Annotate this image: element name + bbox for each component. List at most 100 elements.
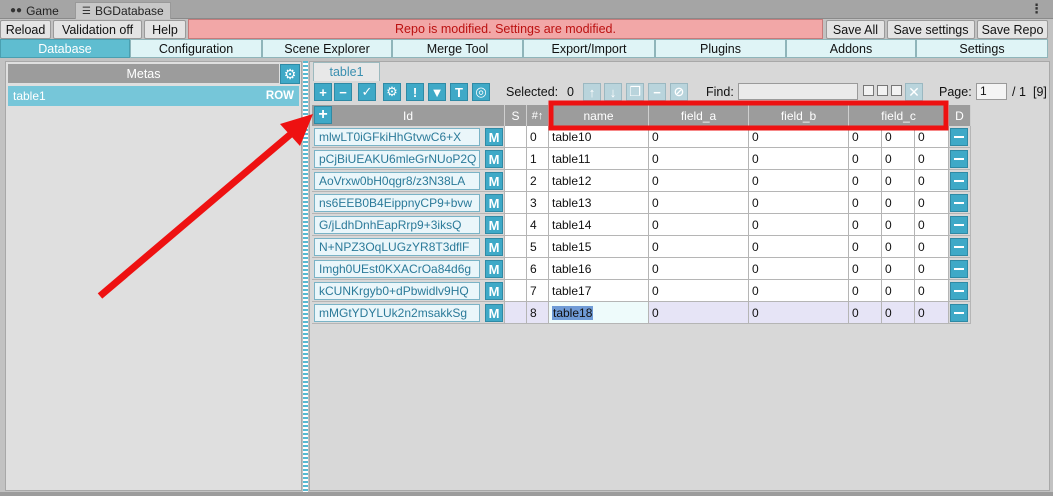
field-a-cell[interactable]: 0 xyxy=(649,170,749,192)
meta-link-button[interactable]: M xyxy=(485,194,503,212)
meta-link-button[interactable]: M xyxy=(485,282,503,300)
field-c-x-cell[interactable]: 0 xyxy=(849,280,882,302)
meta-link-button[interactable]: M xyxy=(485,216,503,234)
col-header-field-c[interactable]: field_c xyxy=(849,105,949,126)
field-c-y-cell[interactable]: 0 xyxy=(882,236,915,258)
field-c-y-cell[interactable]: 0 xyxy=(882,280,915,302)
name-cell[interactable]: table10 xyxy=(549,126,649,148)
target-icon[interactable]: ◎ xyxy=(472,83,490,101)
filter-icon[interactable]: ▼ xyxy=(428,83,446,101)
s-cell[interactable] xyxy=(505,302,527,324)
field-c-y-cell[interactable]: 0 xyxy=(882,302,915,324)
name-cell[interactable]: table17 xyxy=(549,280,649,302)
id-field[interactable]: G/jLdhDnhEapRrp9+3iksQ xyxy=(314,215,480,234)
tab-database[interactable]: Database xyxy=(0,39,130,58)
id-field[interactable]: ns6EEB0B4EippnyCP9+bvw xyxy=(314,193,480,212)
s-cell[interactable] xyxy=(505,214,527,236)
meta-item-table1[interactable]: table1 ROW xyxy=(8,86,299,106)
col-header-id[interactable]: + Id xyxy=(312,105,505,126)
field-b-cell[interactable]: 0 xyxy=(749,170,849,192)
delete-row-button[interactable] xyxy=(950,260,968,278)
meta-link-button[interactable]: M xyxy=(485,150,503,168)
add-row-icon[interactable]: + xyxy=(314,83,332,101)
col-header-d[interactable]: D xyxy=(949,105,971,126)
delete-row-button[interactable] xyxy=(950,194,968,212)
find-option-checkbox-1[interactable] xyxy=(863,85,874,96)
clear-find-icon[interactable]: ✕ xyxy=(905,83,923,101)
tab-merge-tool[interactable]: Merge Tool xyxy=(392,39,523,58)
field-a-cell[interactable]: 0 xyxy=(649,280,749,302)
name-cell[interactable]: table11 xyxy=(549,148,649,170)
reload-button[interactable]: Reload xyxy=(0,20,51,39)
add-field-icon[interactable]: + xyxy=(314,106,332,124)
field-c-z-cell[interactable]: 0 xyxy=(915,170,949,192)
field-b-cell[interactable]: 0 xyxy=(749,258,849,280)
s-cell[interactable] xyxy=(505,170,527,192)
col-header-field-a[interactable]: field_a xyxy=(649,105,749,126)
field-c-y-cell[interactable]: 0 xyxy=(882,126,915,148)
meta-link-button[interactable]: M xyxy=(485,260,503,278)
remove-row-icon[interactable]: − xyxy=(334,83,352,101)
field-b-cell[interactable]: 0 xyxy=(749,192,849,214)
meta-link-button[interactable]: M xyxy=(485,304,503,322)
field-c-z-cell[interactable]: 0 xyxy=(915,302,949,324)
field-a-cell[interactable]: 0 xyxy=(649,148,749,170)
field-a-cell[interactable]: 0 xyxy=(649,214,749,236)
name-cell[interactable]: table14 xyxy=(549,214,649,236)
field-c-y-cell[interactable]: 0 xyxy=(882,258,915,280)
tab-export-import[interactable]: Export/Import xyxy=(523,39,655,58)
field-c-x-cell[interactable]: 0 xyxy=(849,302,882,324)
delete-row-button[interactable] xyxy=(950,172,968,190)
field-b-cell[interactable]: 0 xyxy=(749,148,849,170)
s-cell[interactable] xyxy=(505,192,527,214)
id-field[interactable]: kCUNKrgyb0+dPbwidlv9HQ xyxy=(314,281,480,300)
field-c-z-cell[interactable]: 0 xyxy=(915,192,949,214)
tab-scene-explorer[interactable]: Scene Explorer xyxy=(262,39,392,58)
s-cell[interactable] xyxy=(505,258,527,280)
id-field[interactable]: mlwLT0iGFkiHhGtvwC6+X xyxy=(314,127,480,146)
field-c-x-cell[interactable]: 0 xyxy=(849,258,882,280)
edit-icon[interactable]: ✓ xyxy=(358,83,376,101)
delete-row-button[interactable] xyxy=(950,216,968,234)
field-c-z-cell[interactable]: 0 xyxy=(915,148,949,170)
field-c-z-cell[interactable]: 0 xyxy=(915,214,949,236)
pin-icon[interactable]: T xyxy=(450,83,468,101)
save-all-button[interactable]: Save All xyxy=(826,20,885,39)
field-c-z-cell[interactable]: 0 xyxy=(915,126,949,148)
delete-row-button[interactable] xyxy=(950,150,968,168)
field-a-cell[interactable]: 0 xyxy=(649,192,749,214)
field-c-z-cell[interactable]: 0 xyxy=(915,280,949,302)
field-c-x-cell[interactable]: 0 xyxy=(849,236,882,258)
name-cell[interactable]: table16 xyxy=(549,258,649,280)
delete-row-button[interactable] xyxy=(950,304,968,322)
save-settings-button[interactable]: Save settings xyxy=(887,20,975,39)
field-c-x-cell[interactable]: 0 xyxy=(849,126,882,148)
meta-link-button[interactable]: M xyxy=(485,238,503,256)
field-c-z-cell[interactable]: 0 xyxy=(915,236,949,258)
id-field[interactable]: AoVrxw0bH0qgr8/z3N38LA xyxy=(314,171,480,190)
field-c-y-cell[interactable]: 0 xyxy=(882,148,915,170)
id-field[interactable]: mMGtYDYLUk2n2msakkSg xyxy=(314,303,480,322)
field-c-x-cell[interactable]: 0 xyxy=(849,192,882,214)
delete-selected-icon[interactable]: − xyxy=(648,83,666,101)
s-cell[interactable] xyxy=(505,280,527,302)
meta-link-button[interactable]: M xyxy=(485,128,503,146)
find-option-checkbox-3[interactable] xyxy=(891,85,902,96)
s-cell[interactable] xyxy=(505,126,527,148)
delete-row-button[interactable] xyxy=(950,282,968,300)
s-cell[interactable] xyxy=(505,148,527,170)
field-c-y-cell[interactable]: 0 xyxy=(882,170,915,192)
warning-icon[interactable]: ! xyxy=(406,83,424,101)
field-c-z-cell[interactable]: 0 xyxy=(915,258,949,280)
field-b-cell[interactable]: 0 xyxy=(749,214,849,236)
col-header-s[interactable]: S xyxy=(505,105,527,126)
col-header-name[interactable]: name xyxy=(549,105,649,126)
id-field[interactable]: pCjBiUEAKU6mleGrNUoP2Q xyxy=(314,149,480,168)
id-field[interactable]: Imgh0UEst0KXACrOa84d6g xyxy=(314,259,480,278)
s-cell[interactable] xyxy=(505,236,527,258)
move-up-icon[interactable]: ↑ xyxy=(583,83,601,101)
find-option-checkbox-2[interactable] xyxy=(877,85,888,96)
field-b-cell[interactable]: 0 xyxy=(749,302,849,324)
copy-icon[interactable]: ❐ xyxy=(626,83,644,101)
find-input[interactable] xyxy=(738,83,858,100)
